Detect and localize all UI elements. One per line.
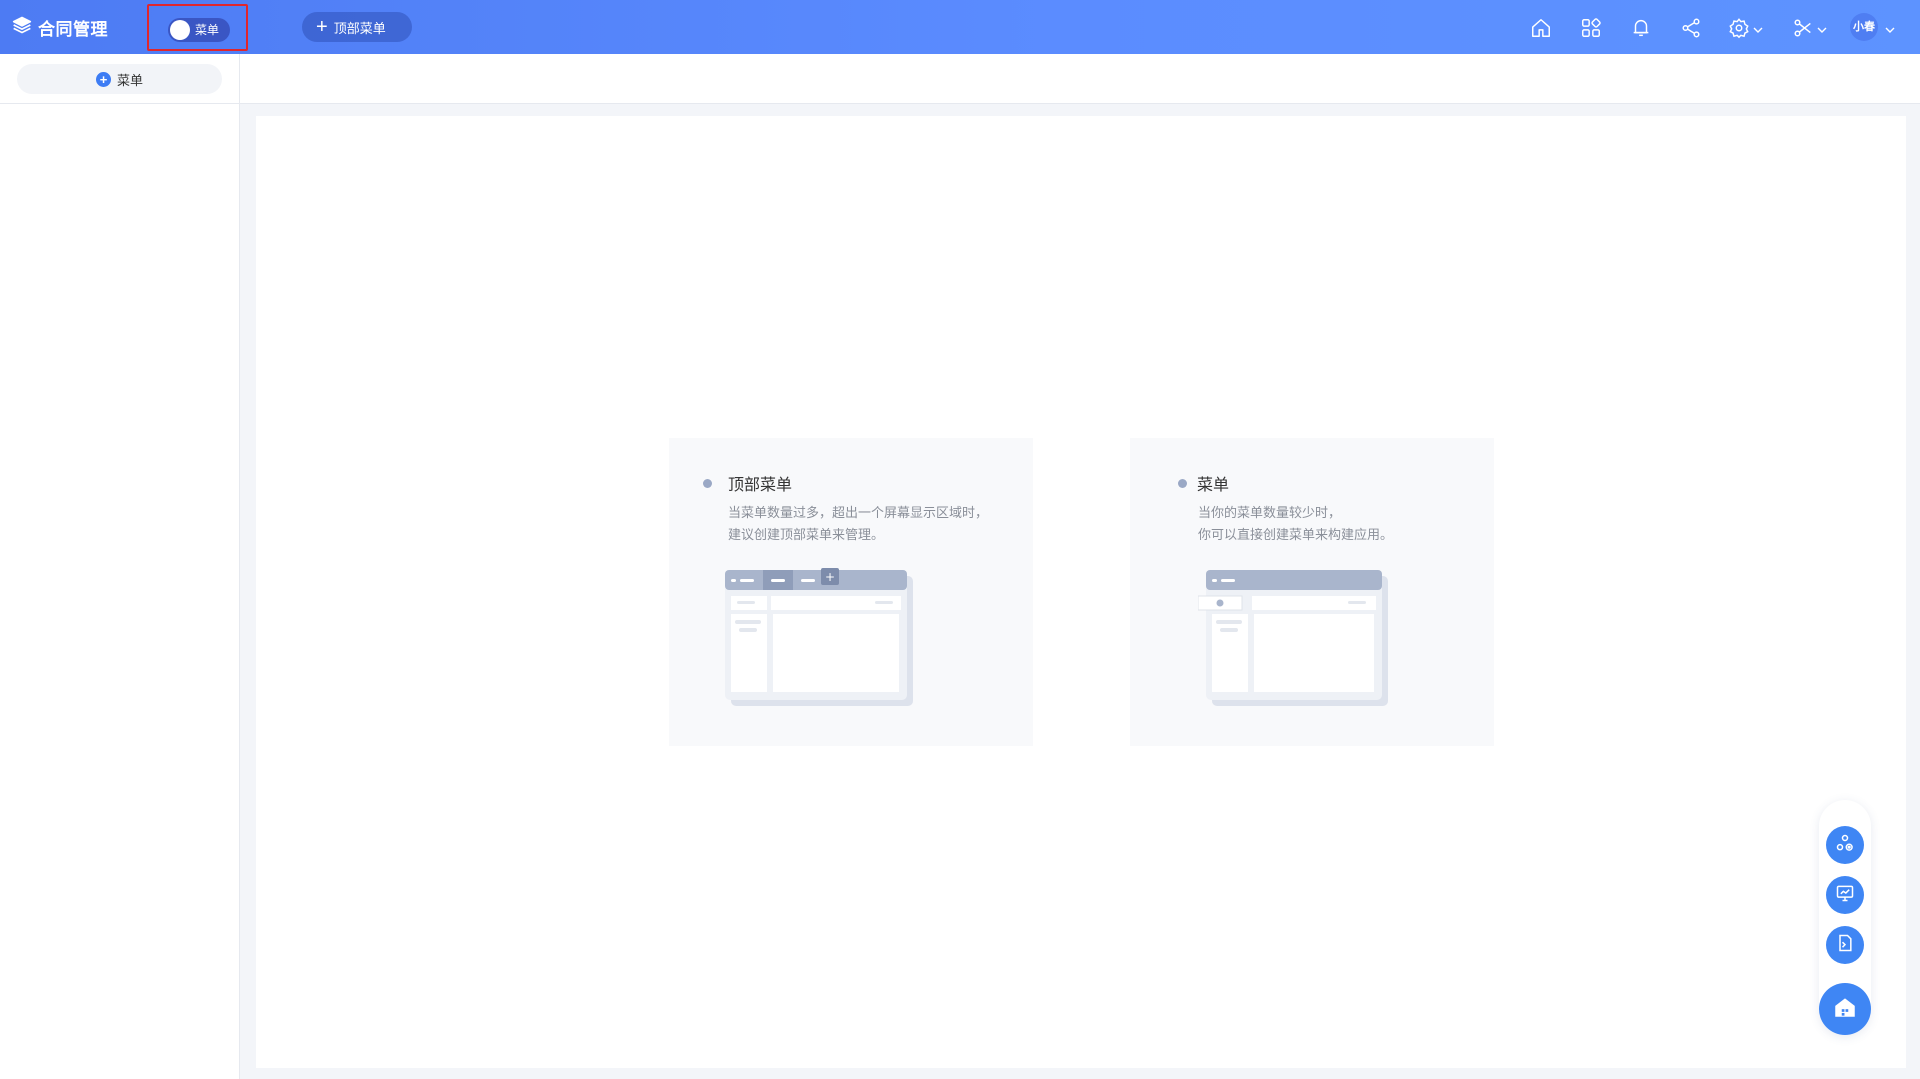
- add-menu-button[interactable]: + 菜单: [17, 64, 222, 94]
- layers-icon: [12, 15, 32, 40]
- add-top-menu-label: 顶部菜单: [333, 20, 386, 36]
- home-icon[interactable]: [1530, 17, 1552, 39]
- plus-circle-icon: +: [95, 71, 111, 87]
- card-desc-line: 当菜单数量过多，超出一个屏幕显示区域时，: [728, 505, 989, 520]
- menu-toggle-switch[interactable]: 菜单: [168, 18, 230, 42]
- card-desc-line: 当你的菜单数量较少时，: [1198, 505, 1342, 520]
- script-icon: [1835, 933, 1855, 958]
- script-button[interactable]: [1826, 926, 1864, 964]
- dashboard-icon: [1835, 883, 1855, 908]
- card-title: 菜单: [1197, 477, 1230, 494]
- apps-icon[interactable]: [1580, 17, 1602, 39]
- toggle-knob: [170, 20, 190, 40]
- svg-text:+: +: [825, 570, 835, 584]
- chevron-down-icon[interactable]: [1817, 22, 1827, 33]
- top-navbar: 合同管理 菜单 + 顶部菜单 小春: [0, 0, 1920, 54]
- menu-card[interactable]: 菜单 当你的菜单数量较少时， 你可以直接创建菜单来构建应用。: [1130, 438, 1494, 746]
- content-toolbar: [240, 54, 1920, 104]
- bullet-dot: [1178, 478, 1187, 488]
- home-building-button[interactable]: [1819, 983, 1871, 1035]
- app-settings-icon: [1835, 833, 1855, 858]
- card-description: 当你的菜单数量较少时， 你可以直接创建菜单来构建应用。: [1198, 502, 1393, 546]
- chevron-down-icon[interactable]: [1753, 22, 1763, 33]
- user-avatar[interactable]: 小春: [1850, 13, 1878, 41]
- bullet-dot: [703, 478, 712, 488]
- sidebar-toolbar: + 菜单: [0, 54, 239, 104]
- share-icon[interactable]: [1680, 17, 1702, 39]
- home-building-icon: [1832, 994, 1858, 1025]
- sidebar: + 菜单: [0, 54, 240, 1079]
- card-description: 当菜单数量过多，超出一个屏幕显示区域时， 建议创建顶部菜单来管理。: [728, 502, 988, 546]
- toggle-label: 菜单: [195, 23, 220, 37]
- highlight-box: 菜单: [147, 4, 248, 51]
- floating-action-bar: [1819, 800, 1871, 1035]
- app-settings-button[interactable]: [1826, 826, 1864, 864]
- tools-icon[interactable]: [1792, 17, 1814, 39]
- chevron-down-icon[interactable]: [1885, 22, 1895, 33]
- app-title: 合同管理: [38, 19, 108, 39]
- plus-icon: +: [316, 16, 328, 38]
- add-menu-label: 菜单: [116, 72, 143, 88]
- top-menu-card[interactable]: 顶部菜单 当菜单数量过多，超出一个屏幕显示区域时， 建议创建顶部菜单来管理。 +: [669, 438, 1033, 746]
- main-content: 顶部菜单 当菜单数量过多，超出一个屏幕显示区域时， 建议创建顶部菜单来管理。 +: [256, 116, 1906, 1068]
- card-desc-line: 建议创建顶部菜单来管理。: [728, 527, 885, 542]
- dashboard-button[interactable]: [1826, 876, 1864, 914]
- menu-illustration: [1198, 570, 1388, 706]
- add-top-menu-button[interactable]: + 顶部菜单: [302, 12, 412, 42]
- bell-icon[interactable]: [1630, 17, 1652, 39]
- top-menu-illustration: +: [725, 568, 913, 706]
- card-desc-line: 你可以直接创建菜单来构建应用。: [1198, 527, 1394, 542]
- settings-icon[interactable]: [1728, 17, 1750, 39]
- brand[interactable]: 合同管理: [12, 0, 108, 54]
- card-title: 顶部菜单: [728, 477, 793, 494]
